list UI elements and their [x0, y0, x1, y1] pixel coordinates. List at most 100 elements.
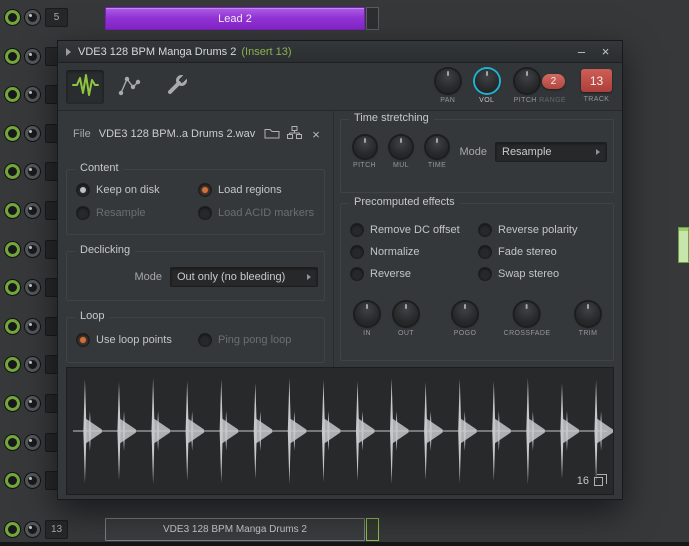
volume-label: VOL: [479, 97, 495, 104]
trim-knob[interactable]: [576, 302, 600, 326]
track-led[interactable]: [5, 521, 20, 537]
declick-mode-value: Out only (no bleeding): [177, 271, 286, 283]
option-resample[interactable]: Resample: [77, 207, 146, 219]
tab-misc[interactable]: [158, 70, 196, 104]
file-name-value[interactable]: VDE3 128 BPM..a Drums 2.wav: [99, 128, 261, 140]
declick-mode-dropdown[interactable]: Out only (no bleeding): [170, 267, 318, 287]
stack-icon[interactable]: [594, 473, 607, 486]
playlist-clip-lead2[interactable]: Lead 2: [105, 7, 365, 30]
track-button[interactable]: [25, 357, 40, 373]
window-titlebar[interactable]: VDE3 128 BPM Manga Drums 2 (Insert 13) – …: [58, 41, 622, 63]
check-reverse-polarity[interactable]: Reverse polarity: [479, 224, 577, 236]
stretch-time-group: TIME: [426, 136, 448, 169]
track-button[interactable]: [25, 473, 40, 489]
clip-stub[interactable]: [366, 7, 379, 30]
track-led[interactable]: [5, 318, 20, 334]
trim-knob-group: TRIM: [576, 302, 600, 337]
track-led[interactable]: [5, 241, 20, 257]
track-button[interactable]: [25, 241, 40, 257]
clip-stub-selected[interactable]: [366, 518, 379, 541]
track-button[interactable]: [25, 434, 40, 450]
out-knob-group: OUT: [394, 302, 418, 337]
track-number-box[interactable]: 5: [45, 7, 68, 27]
close-button[interactable]: ×: [597, 42, 614, 62]
track-button[interactable]: [25, 521, 40, 537]
option-load-regions[interactable]: Load regions: [199, 184, 282, 196]
track-led[interactable]: [5, 9, 20, 25]
check-swap-stereo[interactable]: Swap stereo: [479, 268, 559, 280]
check-fade-stereo[interactable]: Fade stereo: [479, 246, 557, 258]
track-number-box[interactable]: 13: [45, 519, 68, 539]
pitch-knob-group: 2 PITCH RANGE: [514, 69, 566, 104]
pogo-knob-group: POGO: [453, 302, 477, 337]
sample-tree-button[interactable]: [283, 125, 305, 143]
hierarchy-icon: [286, 126, 302, 142]
stretch-pitch-knob[interactable]: [353, 136, 376, 158]
track-button[interactable]: [25, 395, 40, 411]
in-knob[interactable]: [355, 302, 379, 326]
track-button[interactable]: [25, 202, 40, 218]
pogo-label: POGO: [453, 330, 477, 337]
waveform-icon: [71, 73, 99, 101]
track-led[interactable]: [5, 280, 20, 296]
track-button[interactable]: [25, 9, 40, 25]
pogo-knob[interactable]: [453, 302, 477, 326]
track-button[interactable]: [25, 87, 40, 103]
track-led[interactable]: [5, 434, 20, 450]
track-button[interactable]: [25, 164, 40, 180]
track-led[interactable]: [5, 473, 20, 489]
pan-label: PAN: [440, 97, 456, 104]
check-normalize[interactable]: Normalize: [351, 246, 420, 258]
stretch-pitch-group: PITCH: [353, 136, 376, 169]
track-number-badge[interactable]: 13: [581, 69, 612, 92]
playlist-clip-drums[interactable]: VDE3 128 BPM Manga Drums 2: [105, 518, 365, 541]
open-file-button[interactable]: [261, 125, 283, 143]
track-button[interactable]: [25, 280, 40, 296]
option-label: Swap stereo: [498, 268, 560, 280]
pitch-knob[interactable]: [514, 69, 539, 93]
waveform-display[interactable]: 16: [66, 367, 614, 495]
pan-knob-group: PAN: [435, 69, 460, 104]
check-reverse[interactable]: Reverse: [351, 268, 411, 280]
option-ping-pong-loop[interactable]: Ping pong loop: [199, 334, 291, 346]
content-group: Content Keep on disk Load regions Resamp…: [66, 162, 325, 235]
volume-knob-group: VOL: [474, 69, 499, 104]
track-led[interactable]: [5, 164, 20, 180]
check-remove-dc-offset[interactable]: Remove DC offset: [351, 224, 460, 236]
option-use-loop-points[interactable]: Use loop points: [77, 334, 172, 346]
track-led[interactable]: [5, 87, 20, 103]
out-knob[interactable]: [394, 302, 418, 326]
track-button[interactable]: [25, 318, 40, 334]
fl-studio-screen: 5 Lead 2 13 VDE3 128 BPM Manga Drums 2 V…: [0, 0, 689, 546]
crossfade-knob[interactable]: [515, 302, 539, 326]
option-load-acid-markers[interactable]: Load ACID markers: [199, 207, 314, 219]
track-led[interactable]: [5, 125, 20, 141]
precomputed-effects-title: Precomputed effects: [349, 196, 460, 208]
volume-knob[interactable]: [474, 69, 499, 93]
track-button[interactable]: [25, 48, 40, 64]
track-led[interactable]: [5, 48, 20, 64]
loop-group-title: Loop: [75, 310, 110, 322]
option-label: Remove DC offset: [370, 224, 460, 236]
track-led[interactable]: [5, 357, 20, 373]
clear-sample-button[interactable]: ×: [305, 125, 327, 143]
track-led[interactable]: [5, 395, 20, 411]
radio-icon: [199, 184, 211, 196]
pan-knob[interactable]: [435, 69, 460, 93]
pitch-range-value[interactable]: 2: [541, 73, 565, 89]
stretch-mul-label: MUL: [393, 162, 409, 169]
edge-audio-clip[interactable]: [678, 227, 689, 263]
stretch-pitch-label: PITCH: [353, 162, 376, 169]
tab-sample-settings[interactable]: [66, 70, 104, 104]
settings-body: File VDE3 128 BPM..a Drums 2.wav × Conte…: [58, 111, 622, 367]
stretch-mode-dropdown[interactable]: Resample: [495, 142, 607, 162]
stretch-time-knob[interactable]: [426, 136, 448, 158]
option-keep-on-disk[interactable]: Keep on disk: [77, 184, 160, 196]
window-menu-icon[interactable]: [66, 47, 71, 56]
stretch-mul-knob[interactable]: [390, 136, 412, 158]
track-led[interactable]: [5, 202, 20, 218]
track-button[interactable]: [25, 125, 40, 141]
pitch-label: PITCH RANGE: [514, 97, 566, 104]
tab-envelope[interactable]: [110, 70, 148, 104]
minimize-button[interactable]: –: [573, 42, 590, 62]
